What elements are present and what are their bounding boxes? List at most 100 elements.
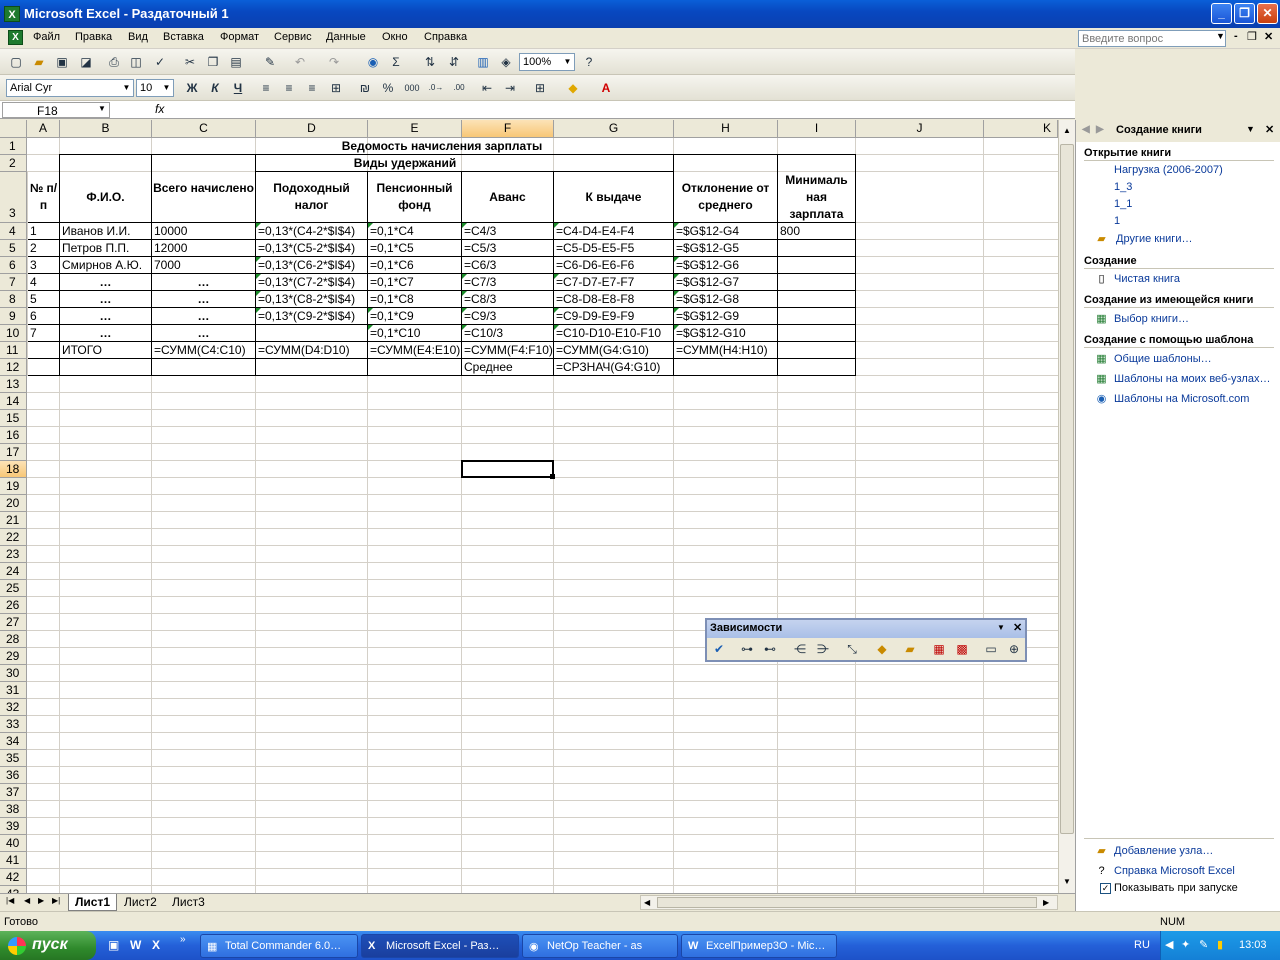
row-header[interactable]: 23	[0, 546, 27, 563]
merge-center-icon[interactable]: ⊞	[328, 80, 344, 96]
cell-pension[interactable]: =0,1*C8	[368, 291, 461, 307]
recent-file[interactable]: 1_3	[1114, 181, 1132, 193]
row-header[interactable]: 26	[0, 597, 27, 614]
cell-num[interactable]: 4	[28, 274, 59, 290]
cell-total[interactable]: 7000	[152, 257, 255, 273]
menu-file[interactable]: Файл	[33, 31, 60, 43]
row-header[interactable]: 34	[0, 733, 27, 750]
cell-num[interactable]: 6	[28, 308, 59, 324]
quicklaunch-icon[interactable]: ▣	[108, 938, 119, 952]
cell-fio[interactable]: …	[60, 308, 151, 324]
row-header[interactable]: 8	[0, 291, 27, 308]
scroll-right-icon[interactable]: ▶	[1043, 898, 1049, 907]
minimize-button[interactable]: _	[1211, 3, 1232, 24]
cell-pension[interactable]: =0,1*C6	[368, 257, 461, 273]
header-num[interactable]: № п/п	[28, 180, 59, 222]
task-total-commander[interactable]: ▦ Total Commander 6.0…	[200, 934, 358, 958]
cell-fio[interactable]: Смирнов А.Ю.	[60, 257, 151, 273]
row-header[interactable]: 39	[0, 818, 27, 835]
task-excel[interactable]: X Microsoft Excel - Раз…	[361, 934, 519, 958]
toolbar-options-icon[interactable]: ▼	[997, 623, 1005, 632]
web-templates-link[interactable]: Шаблоны на моих веб-узлах…	[1114, 373, 1270, 385]
cell-total[interactable]: …	[152, 308, 255, 324]
row-header[interactable]: 15	[0, 410, 27, 427]
hscroll-thumb[interactable]	[657, 897, 1037, 908]
evaluate-formula-icon[interactable]: ⊕	[1006, 641, 1022, 657]
borders-icon[interactable]: ⊞	[532, 80, 548, 96]
cell-pension[interactable]: =0,1*C5	[368, 240, 461, 256]
chevron-down-icon[interactable]: ▼	[98, 104, 106, 113]
fill-handle[interactable]	[550, 474, 555, 479]
row-header[interactable]: 40	[0, 835, 27, 852]
column-header[interactable]: A	[27, 120, 60, 138]
select-all-corner[interactable]	[0, 120, 27, 138]
row-header[interactable]: 30	[0, 665, 27, 682]
permission-icon[interactable]: ◪	[78, 54, 94, 70]
header-tax[interactable]: Подоходный налог	[256, 180, 367, 222]
first-sheet-icon[interactable]: |◀	[6, 896, 14, 905]
column-header[interactable]: K	[984, 120, 1058, 138]
cell-payout[interactable]: =C4-D4-E4-F4	[554, 223, 673, 239]
row-header[interactable]: 11	[0, 342, 27, 359]
cell-advance[interactable]: =C6/3	[462, 257, 553, 273]
document-icon[interactable]: X	[8, 30, 23, 45]
menu-edit[interactable]: Правка	[75, 31, 112, 43]
cell-minwage[interactable]: 800	[778, 223, 855, 239]
insert-function-icon[interactable]: fx	[155, 102, 164, 116]
next-sheet-icon[interactable]: ▶	[38, 896, 44, 905]
font-color-icon[interactable]: A	[598, 80, 614, 96]
row-header[interactable]: 12	[0, 359, 27, 376]
currency-icon[interactable]: ₪	[357, 80, 373, 96]
open-icon[interactable]: ▰	[31, 54, 47, 70]
print-icon[interactable]: ⎙	[106, 54, 122, 70]
cell-advance[interactable]: =C10/3	[462, 325, 553, 341]
row-header[interactable]: 31	[0, 682, 27, 699]
sheet-title[interactable]: Ведомость начисления зарплаты	[60, 138, 824, 154]
total-h[interactable]: =СУММ(H4:H10)	[674, 342, 777, 358]
cell-num[interactable]: 2	[28, 240, 59, 256]
show-at-startup-checkbox[interactable]: ✓	[1100, 883, 1111, 894]
zoom-select[interactable]: 100% ▼	[519, 53, 575, 71]
cell-advance[interactable]: =C9/3	[462, 308, 553, 324]
prev-sheet-icon[interactable]: ◀	[24, 896, 30, 905]
watch-window-icon[interactable]: ▭	[983, 641, 999, 657]
row-header[interactable]: 42	[0, 869, 27, 886]
network-icon[interactable]: ✦	[1181, 938, 1190, 951]
row-header[interactable]: 19	[0, 478, 27, 495]
cell-deviation[interactable]: =$G$12-G8	[674, 291, 777, 307]
row-header[interactable]: 3	[0, 172, 27, 223]
menu-view[interactable]: Вид	[128, 31, 148, 43]
cell-pension[interactable]: =0,1*C4	[368, 223, 461, 239]
excel-help-link[interactable]: Справка Microsoft Excel	[1114, 865, 1235, 877]
circle-invalid-data-icon[interactable]: ▦	[931, 641, 947, 657]
menu-help[interactable]: Справка	[424, 31, 467, 43]
row-header[interactable]: 13	[0, 376, 27, 393]
choose-book-link[interactable]: Выбор книги…	[1114, 313, 1189, 325]
tray-app-icon[interactable]: ▮	[1217, 938, 1223, 951]
cell-total[interactable]: …	[152, 325, 255, 341]
task-netop[interactable]: ◉ NetOp Teacher - as	[522, 934, 678, 958]
cell-advance[interactable]: =C7/3	[462, 274, 553, 290]
cell-fio[interactable]: Иванов И.И.	[60, 223, 151, 239]
trace-precedents-icon[interactable]: ⊶	[739, 641, 755, 657]
cell-deviation[interactable]: =$G$12-G4	[674, 223, 777, 239]
tray-tool-icon[interactable]: ✎	[1199, 938, 1208, 951]
row-header[interactable]: 38	[0, 801, 27, 818]
row-header[interactable]: 16	[0, 427, 27, 444]
word-quicklaunch-icon[interactable]: W	[130, 938, 141, 952]
cell-advance[interactable]: =C5/3	[462, 240, 553, 256]
tray-arrow-icon[interactable]: ◀	[1165, 938, 1173, 951]
cell-fio[interactable]: …	[60, 325, 151, 341]
sheet-tab-1[interactable]: Лист1	[68, 894, 118, 911]
excel-app-icon[interactable]: X	[4, 6, 20, 22]
row-header[interactable]: 17	[0, 444, 27, 461]
active-cell-f18[interactable]	[461, 460, 554, 478]
align-left-icon[interactable]: ≡	[258, 80, 274, 96]
deductions-header[interactable]: Виды удержаний	[256, 155, 554, 171]
total-d[interactable]: =СУММ(D4:D10)	[256, 342, 367, 358]
row-header[interactable]: 18	[0, 461, 27, 478]
row-header[interactable]: 24	[0, 563, 27, 580]
column-header[interactable]: J	[856, 120, 984, 138]
chart-wizard-icon[interactable]: ▥	[475, 54, 491, 70]
scroll-left-icon[interactable]: ◀	[644, 898, 650, 907]
